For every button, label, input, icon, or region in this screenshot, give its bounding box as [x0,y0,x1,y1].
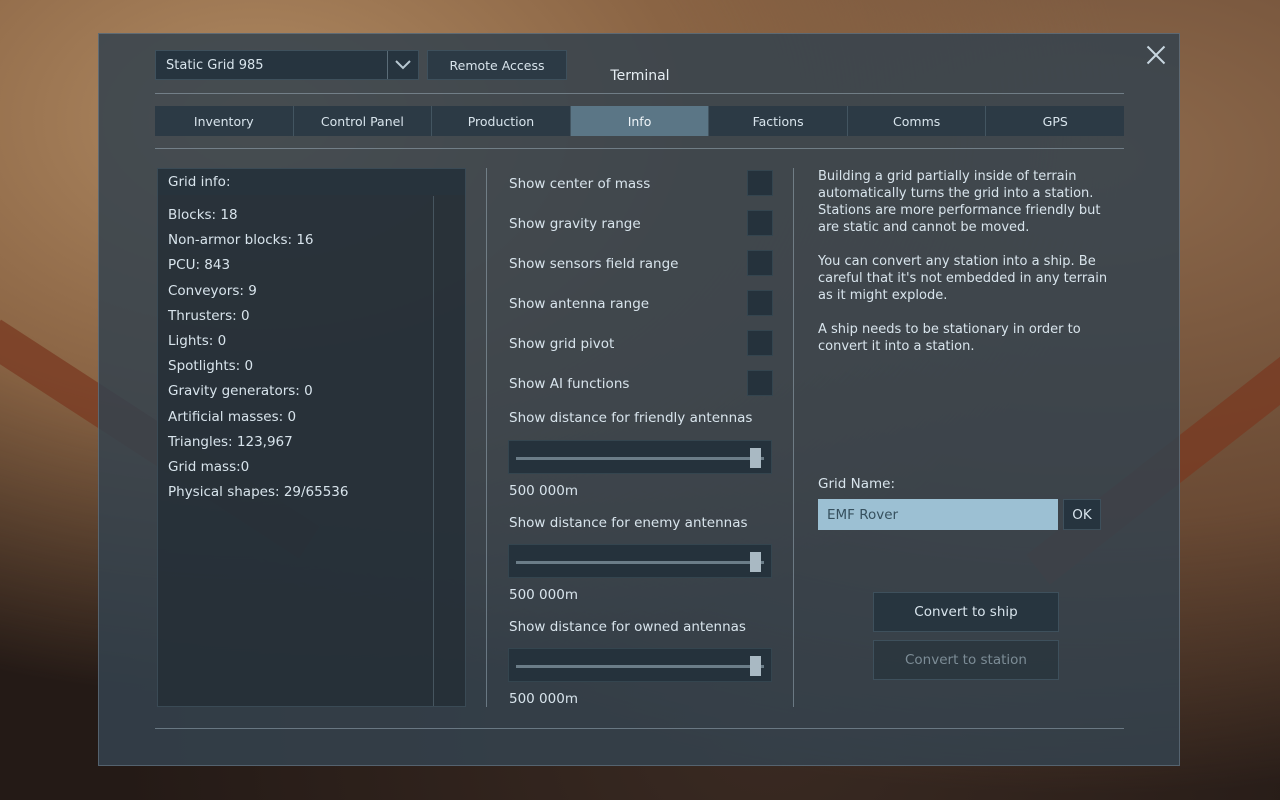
divider-bottom [155,728,1124,729]
column-divider-right [793,168,794,707]
checkbox-antenna-range[interactable] [747,290,773,316]
help-text-terrain: Building a grid partially inside of terr… [818,169,1101,235]
checkbox-grid-pivot[interactable] [747,330,773,356]
slider-label-friendly: Show distance for friendly antennas [509,410,753,426]
column-divider-left [486,168,487,707]
grid-info-pcu: PCU: 843 [168,257,231,274]
grid-info-non-armor-blocks: Non-armor blocks: 16 [168,232,314,249]
slider-friendly-antennas[interactable] [508,440,772,474]
grid-selector-dropdown[interactable]: Static Grid 985 [155,50,419,80]
checkbox-center-of-mass[interactable] [747,170,773,196]
option-label-grid-pivot: Show grid pivot [509,336,615,352]
convert-to-ship-button[interactable]: Convert to ship [873,592,1059,632]
slider-thumb[interactable] [750,552,761,572]
close-icon[interactable] [1146,45,1166,65]
grid-info-gravity-generators: Gravity generators: 0 [168,383,313,400]
slider-track [516,457,764,460]
grid-info-conveyors: Conveyors: 9 [168,282,257,299]
remote-access-button[interactable]: Remote Access [427,50,567,80]
checkbox-sensors-range[interactable] [747,250,773,276]
tab-factions[interactable]: Factions [709,106,848,136]
slider-track [516,561,764,564]
chevron-down-icon[interactable] [387,51,418,79]
checkbox-gravity-range[interactable] [747,210,773,236]
slider-track [516,665,764,668]
option-label-sensors-range: Show sensors field range [509,256,679,272]
slider-value-owned: 500 000m [509,691,578,707]
option-label-gravity-range: Show gravity range [509,216,641,232]
grid-info-thrusters: Thrusters: 0 [168,307,250,324]
option-label-center-of-mass: Show center of mass [509,176,651,192]
tab-info[interactable]: Info [570,106,710,136]
grid-info-header: Grid info: [158,169,465,195]
slider-owned-antennas[interactable] [508,648,772,682]
window-title: Terminal [610,68,670,84]
grid-info-list: Blocks: 18 Non-armor blocks: 16 PCU: 843… [158,195,465,505]
tab-comms[interactable]: Comms [847,106,987,136]
slider-label-owned: Show distance for owned antennas [509,619,746,635]
tab-gps[interactable]: GPS [986,106,1125,136]
slider-value-friendly: 500 000m [509,483,578,499]
grid-info-panel: Grid info: Blocks: 18 Non-armor blocks: … [157,168,466,707]
tab-bar: Inventory Control Panel Production Info … [155,106,1125,136]
grid-info-triangles: Triangles: 123,967 [168,433,293,450]
grid-name-input[interactable] [818,499,1058,530]
tab-production[interactable]: Production [432,106,571,136]
grid-name-ok-button[interactable]: OK [1063,499,1101,530]
checkbox-ai-functions[interactable] [747,370,773,396]
grid-info-artificial-masses: Artificial masses: 0 [168,408,297,425]
grid-info-lights: Lights: 0 [168,332,227,349]
grid-info-spotlights: Spotlights: 0 [168,358,254,375]
grid-name-label: Grid Name: [818,476,895,492]
grid-selector-value: Static Grid 985 [166,57,264,73]
slider-thumb[interactable] [750,448,761,468]
grid-info-scrollbar[interactable] [433,196,434,706]
divider-under-tabs [155,148,1124,149]
option-label-antenna-range: Show antenna range [509,296,650,312]
help-text-convert-ship: A ship needs to be stationary in order t… [818,322,1081,354]
grid-info-grid-mass: Grid mass:0 [168,458,250,475]
slider-value-enemy: 500 000m [509,587,578,603]
grid-info-physical-shapes: Physical shapes: 29/65536 [168,484,349,501]
convert-to-station-button[interactable]: Convert to station [873,640,1059,680]
slider-label-enemy: Show distance for enemy antennas [509,515,748,531]
grid-info-blocks: Blocks: 18 [168,207,238,223]
slider-thumb[interactable] [750,656,761,676]
option-label-ai-functions: Show AI functions [509,376,630,392]
tab-control-panel[interactable]: Control Panel [293,106,433,136]
tab-inventory[interactable]: Inventory [155,106,294,136]
slider-enemy-antennas[interactable] [508,544,772,578]
divider-top [155,93,1124,94]
help-text-convert-station: You can convert any station into a ship.… [818,254,1108,303]
